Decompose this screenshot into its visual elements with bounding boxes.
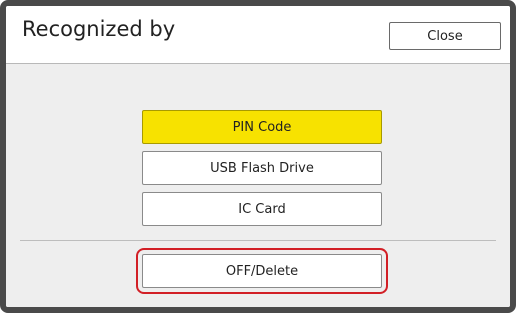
off-delete-button[interactable]: OFF/Delete [142, 254, 382, 288]
close-button[interactable]: Close [389, 22, 501, 50]
usb-flash-drive-button[interactable]: USB Flash Drive [142, 151, 382, 185]
ic-card-button[interactable]: IC Card [142, 192, 382, 226]
section-divider [20, 240, 496, 241]
dialog-title: Recognized by [22, 17, 176, 41]
pin-code-button[interactable]: PIN Code [142, 110, 382, 144]
dialog-content: PIN Code USB Flash Drive IC Card OFF/Del… [6, 64, 510, 307]
dialog-frame: Recognized by Close PIN Code USB Flash D… [0, 0, 516, 313]
dialog-header: Recognized by Close [6, 6, 510, 64]
